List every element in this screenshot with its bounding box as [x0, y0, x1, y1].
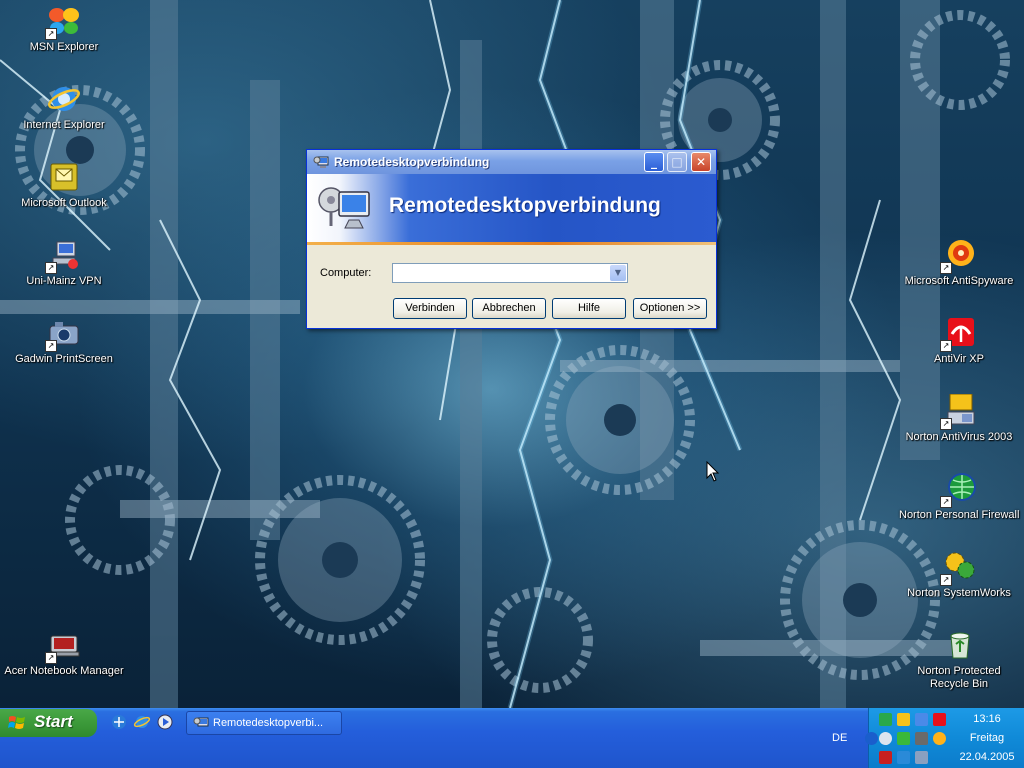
windows-flag-icon — [8, 716, 25, 729]
desktop-icon-label: Norton SystemWorks — [907, 587, 1011, 599]
tray-firewall-icon[interactable] — [897, 732, 910, 745]
tray-antispyware-icon[interactable] — [933, 732, 946, 745]
tray-wireless-icon[interactable] — [897, 751, 910, 764]
clock-date: 22.04.2005 — [959, 751, 1015, 763]
banner-title: Remotedesktopverbindung — [389, 194, 661, 217]
tray-volume-icon[interactable] — [915, 751, 928, 764]
dialog-titlebar[interactable]: Remotedesktopverbindung _ □ ✕ — [307, 150, 716, 174]
desktop-icon-gadwin-printscreen[interactable]: ↗ Gadwin PrintScreen — [4, 316, 124, 365]
quicklaunch-internet-explorer-icon[interactable] — [133, 713, 151, 731]
desktop-icon-label: Internet Explorer — [23, 119, 105, 131]
close-button[interactable]: ✕ — [691, 152, 711, 172]
connect-button[interactable]: Verbinden — [393, 298, 467, 319]
shortcut-arrow-icon: ↗ — [940, 496, 952, 508]
cancel-button[interactable]: Abbrechen — [472, 298, 546, 319]
antivir-umbrella-icon: ↗ — [940, 316, 976, 352]
desktop-icon-label: Microsoft AntiSpyware — [904, 275, 1014, 287]
desktop-icon-label: Norton AntiVirus 2003 — [905, 431, 1013, 443]
internet-explorer-icon — [47, 82, 81, 116]
options-button[interactable]: Optionen >> — [633, 298, 707, 319]
chevron-down-icon[interactable]: ▼ — [610, 265, 626, 281]
desktop-icon-label: MSN Explorer — [29, 41, 99, 53]
desktop-icon-norton-systemworks[interactable]: ↗ Norton SystemWorks — [899, 550, 1019, 599]
tray-disconnected-icon[interactable] — [879, 751, 892, 764]
remote-desktop-monitor-icon — [317, 182, 375, 234]
tray-security-icon[interactable] — [915, 732, 928, 745]
desktop-icon-microsoft-outlook[interactable]: Microsoft Outlook — [4, 160, 124, 209]
shortcut-arrow-icon: ↗ — [940, 574, 952, 586]
tray-norton-icon[interactable] — [897, 713, 910, 726]
taskbar-remote-desktop-button[interactable]: Remotedesktopverbi... — [186, 711, 342, 735]
desktop-icon-norton-antivirus-2003[interactable]: ↗ Norton AntiVirus 2003 — [899, 393, 1019, 443]
desktop-icon-label: Uni-Mainz VPN — [26, 275, 102, 287]
quicklaunch-outlook-express-icon[interactable] — [110, 713, 128, 731]
msn-butterfly-icon: ↗ — [45, 4, 81, 40]
desktop-icon-msn-explorer[interactable]: ↗ MSN Explorer — [4, 4, 124, 53]
shortcut-arrow-icon: ↗ — [940, 418, 952, 430]
shortcut-arrow-icon: ↗ — [45, 28, 57, 40]
notebook-manager-icon: ↗ — [45, 628, 81, 664]
start-label: Start — [34, 712, 73, 731]
computer-label: Computer: — [320, 267, 372, 279]
mouse-cursor-icon — [706, 460, 720, 486]
outlook-icon — [47, 160, 81, 194]
desktop-icon-label: Gadwin PrintScreen — [15, 353, 113, 365]
desktop-icon-uni-mainz-vpn[interactable]: ↗ Uni-Mainz VPN — [4, 238, 124, 287]
desktop-icon-label: Norton Protected Recycle Bin — [917, 665, 1001, 690]
printscreen-camera-icon: ↗ — [45, 316, 81, 352]
banner-accent-line — [307, 242, 716, 245]
desktop-icon-label: Norton Personal Firewall — [899, 509, 1020, 521]
desktop-icon-acer-notebook-manager[interactable]: ↗ Acer Notebook Manager — [4, 628, 124, 677]
desktop-icon-label: Microsoft Outlook — [21, 197, 107, 209]
tray-network-icon[interactable] — [879, 713, 892, 726]
remote-desktop-app-icon — [313, 154, 329, 170]
maximize-button[interactable]: □ — [667, 152, 687, 172]
tray-expand-icon[interactable] — [865, 732, 878, 745]
clock-day: Freitag — [969, 732, 1005, 744]
norton-antivirus-icon: ↗ — [940, 393, 976, 430]
recycle-bin-icon — [942, 628, 976, 662]
shortcut-arrow-icon: ↗ — [45, 340, 57, 352]
tray-clock-sync-icon[interactable] — [879, 732, 892, 745]
help-button[interactable]: Hilfe — [552, 298, 626, 319]
shortcut-arrow-icon: ↗ — [940, 262, 952, 274]
taskbar: Start Remotedesktopverbi... DE 13:16 Fre… — [0, 708, 1024, 768]
taskbar-button-label: Remotedesktopverbi... — [213, 717, 324, 729]
computer-row: Computer: ▼ — [320, 263, 628, 283]
norton-systemworks-icon: ↗ — [940, 550, 976, 586]
desktop-icon-label: AntiVir XP — [934, 353, 984, 365]
desktop-icon-antivir-xp[interactable]: ↗ AntiVir XP — [899, 316, 1019, 365]
gears-wallpaper-art — [0, 0, 1010, 708]
desktop-icon-label: Acer Notebook Manager — [4, 665, 124, 677]
norton-firewall-globe-icon: ↗ — [940, 472, 976, 508]
desktop-icon-microsoft-antispyware[interactable]: ↗ Microsoft AntiSpyware — [899, 238, 1019, 287]
shortcut-arrow-icon: ↗ — [45, 652, 57, 664]
minimize-button[interactable]: _ — [644, 152, 664, 172]
shortcut-arrow-icon: ↗ — [940, 340, 952, 352]
clock-time[interactable]: 13:16 — [949, 713, 1024, 725]
tray-display-icon[interactable] — [915, 713, 928, 726]
language-indicator[interactable]: DE — [832, 732, 847, 744]
remote-desktop-dialog: Remotedesktopverbindung _ □ ✕ Remotedesk… — [306, 149, 717, 329]
dialog-banner: Remotedesktopverbindung — [307, 174, 716, 242]
quicklaunch-media-player-icon[interactable] — [156, 713, 174, 731]
remote-desktop-app-icon — [193, 717, 209, 727]
desktop-icon-norton-personal-firewall[interactable]: ↗ Norton Personal Firewall — [899, 472, 1019, 521]
tray-antivir-icon[interactable] — [933, 713, 946, 726]
dialog-title: Remotedesktopverbindung — [334, 155, 490, 169]
computer-combobox[interactable]: ▼ — [392, 263, 628, 283]
desktop-wallpaper — [0, 0, 1024, 708]
desktop-icon-norton-protected-recycle-bin[interactable]: Norton Protected Recycle Bin — [899, 628, 1019, 691]
desktop-icon-internet-explorer[interactable]: Internet Explorer — [4, 82, 124, 131]
antispyware-icon: ↗ — [940, 238, 976, 274]
start-button[interactable]: Start — [0, 709, 97, 737]
system-tray: 13:16 Freitag 22.04.2005 — [865, 708, 1024, 768]
vpn-icon: ↗ — [45, 238, 81, 274]
shortcut-arrow-icon: ↗ — [45, 262, 57, 274]
